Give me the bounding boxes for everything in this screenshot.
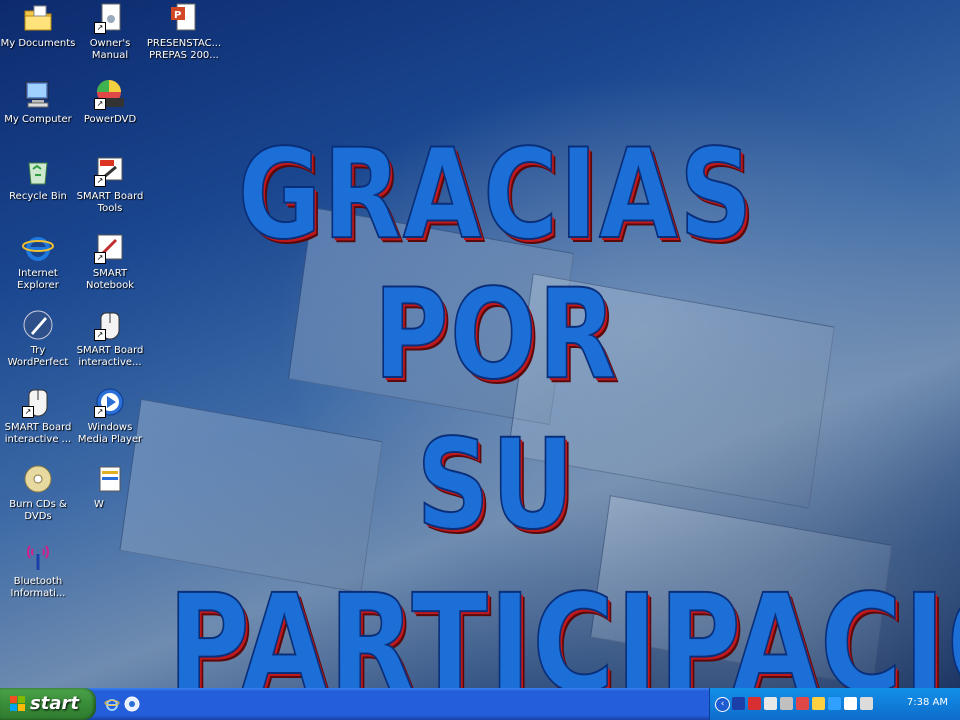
powerpoint-icon: P xyxy=(168,2,200,34)
speaker-icon[interactable] xyxy=(796,697,809,710)
desktop-icon-recycle-bin[interactable]: Recycle Bin xyxy=(0,155,76,203)
manual-icon: ↗ xyxy=(94,2,126,34)
desktop-icon-my-computer[interactable]: My Computer xyxy=(0,78,76,126)
taskbar: start ‹ 7:38 AM xyxy=(0,688,960,720)
desktop-icon-try-wordperfect[interactable]: Try WordPerfect xyxy=(0,309,76,369)
desktop-icon-my-documents[interactable]: My Documents xyxy=(0,2,76,50)
start-label: start xyxy=(30,693,79,714)
headline-line-1: GRACIAS POR xyxy=(237,123,755,407)
browser-icon[interactable] xyxy=(124,696,140,712)
power-icon[interactable] xyxy=(860,697,873,710)
desktop-icon-presentation[interactable]: P PRESENSTAC... PREPAS 200... xyxy=(144,2,224,62)
bluetooth-icon xyxy=(22,540,54,572)
headline: GRACIAS POR SU PARTICIPACION xyxy=(96,123,960,688)
update-icon[interactable] xyxy=(812,697,825,710)
computer-icon xyxy=(22,78,54,110)
svg-text:P: P xyxy=(174,10,181,21)
system-tray: ‹ 7:38 AM xyxy=(709,688,960,720)
desktop-icon-internet-explorer[interactable]: Internet Explorer xyxy=(0,232,76,292)
headline-line-2: SU xyxy=(416,412,576,558)
bluetooth-icon[interactable] xyxy=(732,697,745,710)
battery-icon[interactable] xyxy=(828,697,841,710)
folder-icon xyxy=(22,2,54,34)
headline-line-3: PARTICIPACION xyxy=(167,565,960,688)
desktop-icon-burn-cds[interactable]: Burn CDs & DVDs xyxy=(0,463,76,523)
desktop-icon-owners-manual[interactable]: ↗ Owner's Manual xyxy=(72,2,148,62)
monitor-icon[interactable] xyxy=(780,697,793,710)
clock[interactable]: 7:38 AM xyxy=(907,697,948,708)
desktop-icon-smart-board-interactive-2[interactable]: ↗ SMART Board interactive ... xyxy=(0,386,76,446)
desktop: My Documents My Computer Recycle Bin Int… xyxy=(0,0,960,688)
internet-explorer-icon[interactable] xyxy=(104,696,120,712)
start-button[interactable]: start xyxy=(0,688,96,720)
signal-icon[interactable] xyxy=(844,697,857,710)
desktop-icon-powerdvd[interactable]: ↗ PowerDVD xyxy=(72,78,148,126)
internet-explorer-icon xyxy=(22,232,54,264)
wordperfect-icon xyxy=(22,309,54,341)
smart-board-interactive-icon: ↗ xyxy=(22,386,54,418)
burn-cds-icon xyxy=(22,463,54,495)
desktop-icon-bluetooth[interactable]: Bluetooth Informati... xyxy=(0,540,76,600)
show-hidden-icons-button[interactable]: ‹ xyxy=(715,697,730,712)
windows-logo-icon xyxy=(10,696,26,712)
security-icon[interactable] xyxy=(748,697,761,710)
powerdvd-icon: ↗ xyxy=(94,78,126,110)
network-icon[interactable] xyxy=(764,697,777,710)
recycle-bin-icon xyxy=(22,155,54,187)
